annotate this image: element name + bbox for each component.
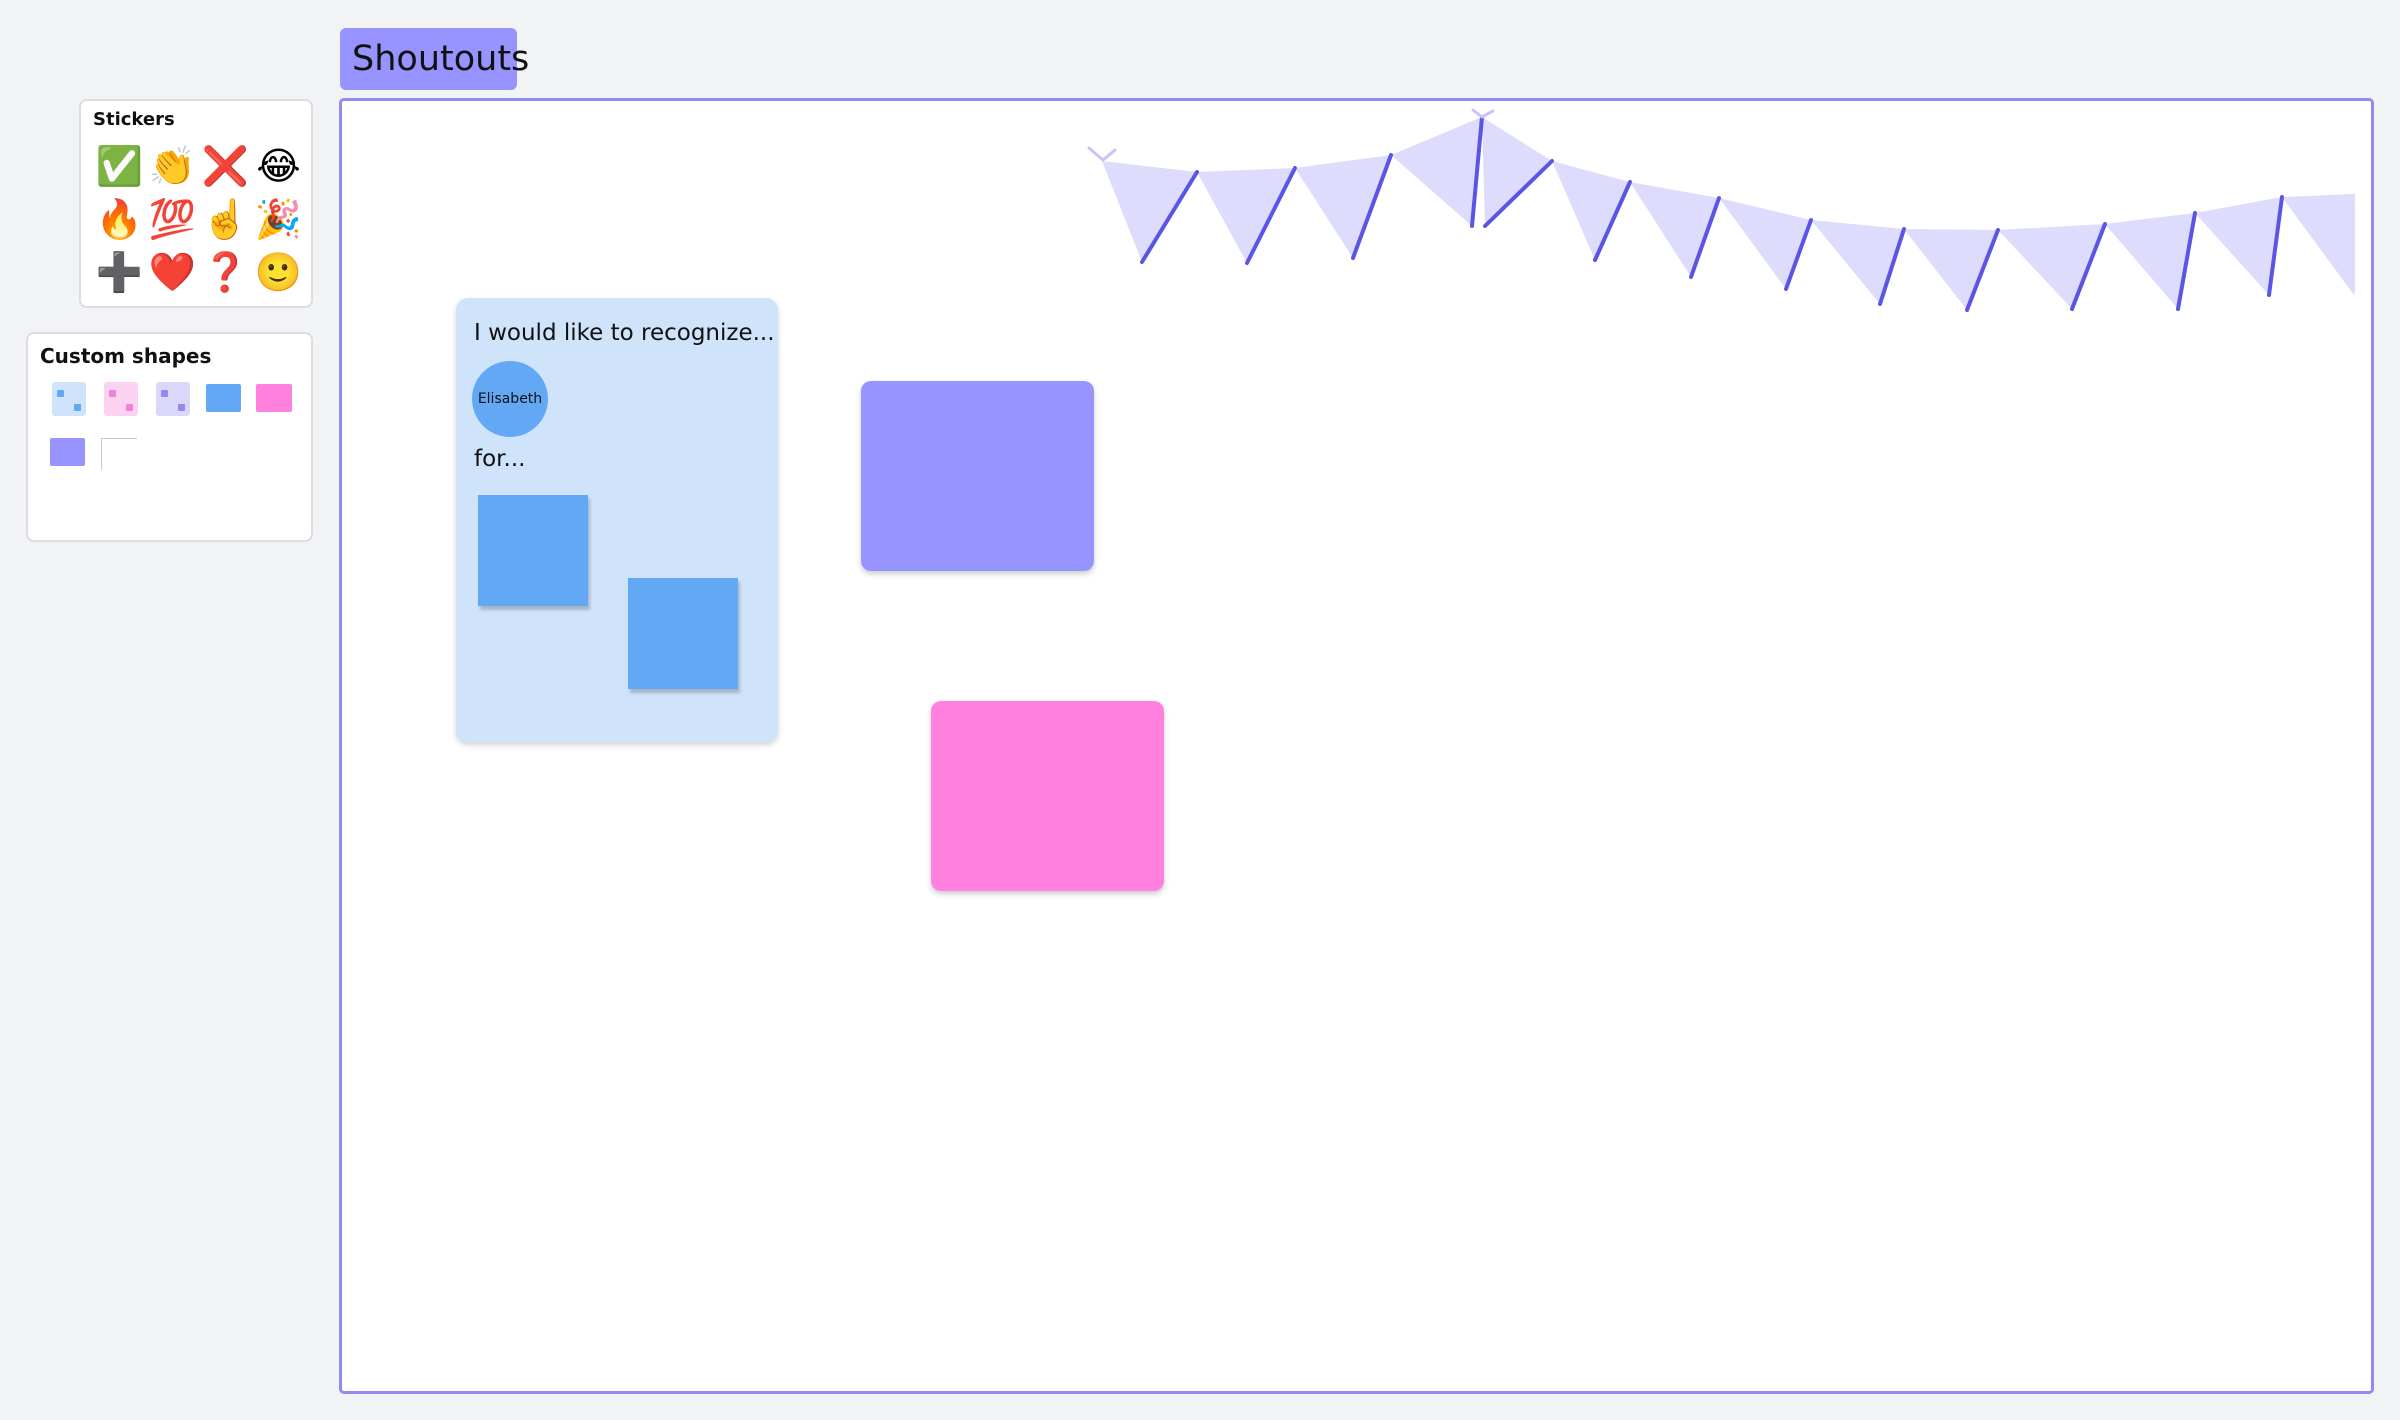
stickers-panel-title: Stickers — [93, 109, 175, 130]
purple-sticky-shape[interactable] — [50, 438, 85, 466]
clapping-hands-icon[interactable]: 👏 — [146, 139, 199, 192]
pink-sticky-shape[interactable] — [256, 384, 292, 412]
card-heading[interactable]: I would like to recognize... — [474, 320, 775, 346]
plus-icon[interactable]: ➕ — [93, 245, 146, 298]
recognition-card[interactable]: I would like to recognize... Elisabeth f… — [456, 298, 778, 742]
card-sticky-note-2[interactable] — [628, 578, 738, 689]
purple-card-template-shape[interactable] — [156, 382, 190, 416]
pointing-up-icon[interactable]: ☝️ — [199, 192, 252, 245]
card-sticky-note-1[interactable] — [478, 495, 588, 606]
tears-of-joy-icon[interactable]: 😂 — [252, 139, 305, 192]
section-title[interactable]: Shoutouts — [340, 28, 529, 90]
heart-icon[interactable]: ❤️ — [146, 245, 199, 298]
person-avatar[interactable]: Elisabeth — [472, 361, 548, 437]
blank-shape[interactable] — [101, 438, 137, 470]
blue-sticky-shape[interactable] — [206, 384, 241, 412]
hundred-points-icon[interactable]: 💯 — [146, 192, 199, 245]
sticker-grid: ✅ 👏 ❌ 😂 🔥 💯 ☝️ 🎉 ➕ ❤️ ❓ 🙂 — [93, 139, 305, 298]
fire-icon[interactable]: 🔥 — [93, 192, 146, 245]
bunting-banner — [1087, 108, 2355, 312]
pink-sticky-note[interactable] — [931, 701, 1164, 891]
question-mark-icon[interactable]: ❓ — [199, 245, 252, 298]
stickers-panel: Stickers ✅ 👏 ❌ 😂 🔥 💯 ☝️ 🎉 ➕ ❤️ ❓ 🙂 — [79, 99, 313, 308]
party-popper-icon[interactable]: 🎉 — [252, 192, 305, 245]
check-mark-icon[interactable]: ✅ — [93, 139, 146, 192]
cross-mark-icon[interactable]: ❌ — [199, 139, 252, 192]
blue-card-template-shape[interactable] — [52, 382, 86, 416]
smiling-face-icon[interactable]: 🙂 — [252, 245, 305, 298]
purple-sticky-note[interactable] — [861, 381, 1094, 571]
card-for-label[interactable]: for... — [474, 446, 525, 472]
custom-shapes-panel: Custom shapes — [26, 332, 313, 542]
custom-shapes-panel-title: Custom shapes — [40, 344, 212, 368]
pink-card-template-shape[interactable] — [104, 382, 138, 416]
